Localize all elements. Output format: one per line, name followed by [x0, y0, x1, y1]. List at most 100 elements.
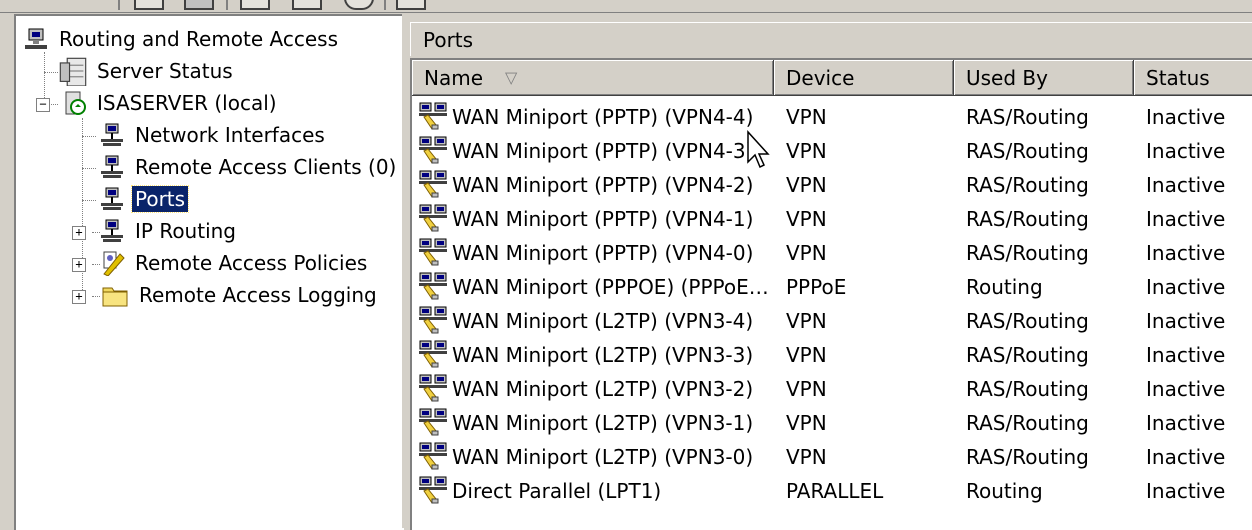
port-icon: [419, 102, 447, 130]
port-used-by: RAS/Routing: [966, 105, 1089, 129]
network-icon: [101, 155, 123, 178]
port-name-cell: WAN Miniport (L2TP) (VPN3-0): [418, 440, 753, 474]
port-used-by: RAS/Routing: [966, 343, 1089, 367]
port-name-cell: Direct Parallel (LPT1): [418, 474, 661, 508]
tree-item-ip-routing[interactable]: IP Routing: [100, 216, 239, 246]
server-running-icon: [65, 91, 86, 115]
port-row[interactable]: WAN Miniport (L2TP) (VPN3-0) VPN RAS/Rou…: [412, 440, 1252, 474]
policy-icon: [103, 251, 125, 276]
port-icon: [419, 136, 447, 164]
tree-item-network-interfaces[interactable]: Network Interfaces: [100, 120, 328, 150]
tree-line: [92, 296, 100, 297]
port-name-cell: WAN Miniport (PPTP) (VPN4-4): [418, 100, 753, 134]
collapse-icon[interactable]: −: [36, 98, 50, 112]
port-icon: [419, 204, 447, 232]
port-row[interactable]: Direct Parallel (LPT1) PARALLEL Routing …: [412, 474, 1252, 508]
port-row[interactable]: WAN Miniport (PPTP) (VPN4-4) VPN RAS/Rou…: [412, 100, 1252, 134]
expand-icon[interactable]: +: [72, 226, 86, 240]
port-name: WAN Miniport (L2TP) (VPN3-1): [452, 411, 754, 435]
tree-line: [82, 200, 96, 201]
expand-icon[interactable]: +: [72, 258, 86, 272]
mouse-cursor-icon: [747, 130, 770, 169]
toolbar-button[interactable]: [396, 0, 426, 10]
port-name: WAN Miniport (L2TP) (VPN3-4): [452, 309, 754, 333]
tree-item-isaserver[interactable]: ISASERVER (local): [62, 88, 280, 118]
column-header-status[interactable]: Status: [1134, 60, 1252, 96]
folder-icon: [102, 287, 128, 307]
pane-splitter[interactable]: [402, 14, 410, 528]
port-name-cell: WAN Miniport (PPTP) (VPN4-1): [418, 202, 753, 236]
port-name-cell: WAN Miniport (PPTP) (VPN4-2): [418, 168, 753, 202]
port-status: Inactive: [1146, 445, 1226, 469]
network-icon: [101, 219, 123, 242]
port-row[interactable]: WAN Miniport (L2TP) (VPN3-3) VPN RAS/Rou…: [412, 338, 1252, 372]
port-device: VPN: [786, 173, 827, 197]
toolbar: [0, 0, 1252, 13]
toolbar-separator: [118, 0, 120, 10]
port-used-by: Routing: [966, 479, 1043, 503]
port-used-by: RAS/Routing: [966, 207, 1089, 231]
port-used-by: RAS/Routing: [966, 445, 1089, 469]
tree-label: ISASERVER (local): [97, 91, 277, 115]
port-row[interactable]: WAN Miniport (PPTP) (VPN4-2) VPN RAS/Rou…: [412, 168, 1252, 202]
tree-item-remote-access-logging[interactable]: Remote Access Logging: [100, 280, 380, 310]
port-icon: [419, 442, 447, 470]
toolbar-button[interactable]: [344, 0, 374, 10]
port-device: VPN: [786, 445, 827, 469]
port-status: Inactive: [1146, 173, 1226, 197]
computer-icon: [25, 28, 47, 49]
port-row[interactable]: WAN Miniport (L2TP) (VPN3-4) VPN RAS/Rou…: [412, 304, 1252, 338]
port-row[interactable]: WAN Miniport (L2TP) (VPN3-2) VPN RAS/Rou…: [412, 372, 1252, 406]
ports-list[interactable]: Name ▽ Device Used By Status WAN Minipor…: [410, 58, 1252, 530]
port-name: WAN Miniport (PPTP) (VPN4-0): [452, 241, 754, 265]
toolbar-button[interactable]: [184, 0, 214, 10]
port-name-cell: WAN Miniport (PPTP) (VPN4-0): [418, 236, 753, 270]
toolbar-button[interactable]: [240, 0, 270, 10]
port-icon: [419, 306, 447, 334]
port-row[interactable]: WAN Miniport (PPPOE) (PPPoE… PPPoE Routi…: [412, 270, 1252, 304]
network-icon: [101, 187, 123, 210]
port-name: WAN Miniport (L2TP) (VPN3-3): [452, 343, 754, 367]
port-row[interactable]: WAN Miniport (PPTP) (VPN4-0) VPN RAS/Rou…: [412, 236, 1252, 270]
port-name-cell: WAN Miniport (L2TP) (VPN3-2): [418, 372, 753, 406]
port-icon: [419, 374, 447, 402]
tree-item-ports[interactable]: Ports: [100, 184, 190, 214]
expand-icon[interactable]: +: [72, 290, 86, 304]
column-header-device[interactable]: Device: [774, 60, 954, 96]
port-row[interactable]: WAN Miniport (PPTP) (VPN4-3) VPN RAS/Rou…: [412, 134, 1252, 168]
port-icon: [419, 238, 447, 266]
column-header-name[interactable]: Name ▽: [412, 60, 774, 96]
port-status: Inactive: [1146, 139, 1226, 163]
tree-item-remote-access-clients[interactable]: Remote Access Clients (0): [100, 152, 399, 182]
tree-line: [82, 136, 96, 137]
sort-indicator-icon: ▽: [505, 68, 518, 87]
column-header-used-by[interactable]: Used By: [954, 60, 1134, 96]
port-name-cell: WAN Miniport (L2TP) (VPN3-3): [418, 338, 753, 372]
tree-label: Remote Access Policies: [135, 251, 368, 275]
port-status: Inactive: [1146, 105, 1226, 129]
port-status: Inactive: [1146, 377, 1226, 401]
console-tree[interactable]: Routing and Remote Access Server Status …: [14, 14, 404, 530]
port-status: Inactive: [1146, 207, 1226, 231]
toolbar-button[interactable]: [134, 0, 164, 10]
port-row[interactable]: WAN Miniport (L2TP) (VPN3-1) VPN RAS/Rou…: [412, 406, 1252, 440]
port-status: Inactive: [1146, 241, 1226, 265]
tree-line: [44, 72, 58, 73]
column-header-label: Name: [424, 65, 484, 90]
port-used-by: RAS/Routing: [966, 173, 1089, 197]
tree-item-remote-access-policies[interactable]: Remote Access Policies: [100, 248, 370, 278]
port-status: Inactive: [1146, 275, 1226, 299]
port-device: VPN: [786, 139, 827, 163]
tree-label: IP Routing: [135, 219, 236, 243]
port-device: VPN: [786, 105, 827, 129]
toolbar-button[interactable]: [292, 0, 322, 10]
port-status: Inactive: [1146, 343, 1226, 367]
port-icon: [419, 272, 447, 300]
port-status: Inactive: [1146, 479, 1226, 503]
port-row[interactable]: WAN Miniport (PPTP) (VPN4-1) VPN RAS/Rou…: [412, 202, 1252, 236]
toolbar-separator: [226, 0, 228, 10]
tree-label: Network Interfaces: [135, 123, 325, 147]
tree-item-server-status[interactable]: Server Status: [58, 56, 236, 86]
network-icon: [101, 123, 123, 146]
tree-root-routing[interactable]: Routing and Remote Access: [24, 24, 341, 54]
